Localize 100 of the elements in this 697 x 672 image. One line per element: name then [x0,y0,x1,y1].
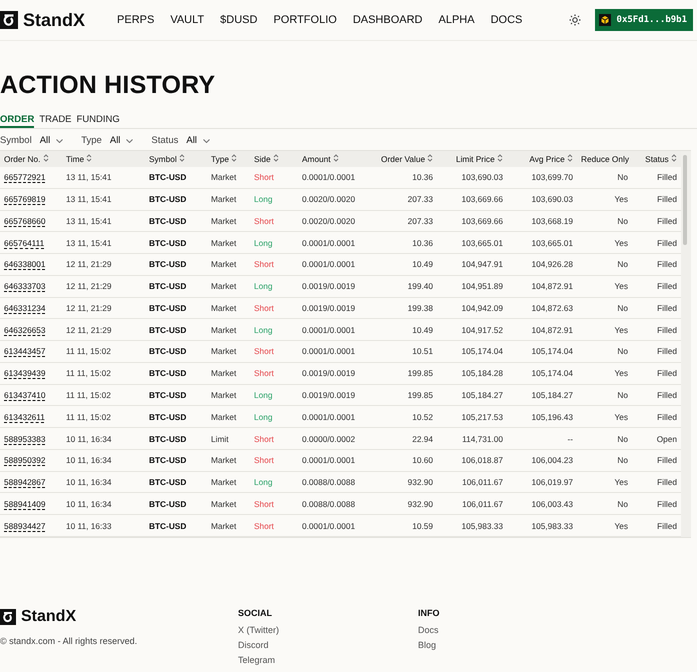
table-cell: Market [207,210,250,232]
table-cell: BTC-USD [145,167,207,188]
order-number-link[interactable]: 665764111 [4,238,44,248]
order-number-link[interactable]: 588942867 [4,477,46,488]
order-number-link[interactable]: 646333703 [4,281,46,292]
order-number-link[interactable]: 613443457 [4,346,46,356]
table-cell: 10.36 [377,167,437,188]
side-cell: Long [250,232,298,254]
nav-link[interactable]: PERPS [109,14,162,26]
filter-label: Status [151,135,178,146]
nav-link[interactable]: PORTFOLIO [265,14,345,26]
nav-link[interactable]: DOCS [482,14,530,26]
order-number-link[interactable]: 646338001 [4,259,46,270]
footer-link[interactable]: X (Twitter) [238,625,418,635]
side-cell: Short [250,254,298,276]
side-cell: Short [250,514,298,536]
table-cell: Limit [207,428,250,450]
order-number-link[interactable]: 646331234 [4,302,46,313]
table-cell: BTC-USD [145,471,207,493]
order-number-link[interactable]: 588941409 [4,498,46,509]
column-header-cell[interactable]: Order Value [377,151,437,167]
table-cell: BTC-USD [145,210,207,232]
table-cell: 0.0019/0.0019 [298,275,377,298]
column-header-cell[interactable]: Side [250,151,298,167]
order-number-link[interactable]: 613439439 [4,368,46,378]
table-cell: 103,699.70 [507,167,577,188]
order-number-link[interactable]: 646326653 [4,324,46,335]
sort-icon [272,154,279,162]
footer-link[interactable]: Blog [418,640,598,650]
scrollbar[interactable] [681,151,691,537]
footer-link[interactable]: Docs [418,625,598,635]
table-cell: 106,019.97 [507,471,577,493]
nav-link[interactable]: VAULT [162,14,212,26]
sun-icon[interactable] [568,14,581,26]
table-cell: 103,668.19 [507,210,577,232]
filter-dropdown[interactable]: All [110,135,134,146]
table-cell: BTC-USD [145,188,207,210]
chevron-icon [126,138,134,142]
column-header-cell[interactable]: Reduce Only [577,151,632,167]
footer-link[interactable]: Discord [238,640,418,650]
column-header-cell[interactable]: Type [207,151,250,167]
column-header-cell[interactable]: Avg Price [507,151,577,167]
table-cell: BTC-USD [145,254,207,276]
table-cell: Market [207,188,250,210]
table-cell: 199.85 [377,362,437,384]
footer-link[interactable]: Telegram [238,655,418,665]
table-cell: 0.0088/0.0088 [298,492,377,515]
chevron-icon [56,138,64,142]
column-header-cell[interactable]: Symbol [145,151,207,167]
table-cell: 105,983.33 [507,514,577,536]
copyright-text: © standx.com - All rights reserved. [0,636,138,646]
table-cell: 105,174.04 [507,362,577,384]
table-cell: 10.51 [377,340,437,362]
side-cell: Short [250,340,298,362]
table-cell: 13 11, 15:41 [62,188,145,210]
filter-dropdown[interactable]: All [186,135,210,146]
table-cell: Market [207,275,250,298]
filter-dropdown[interactable]: All [40,135,64,146]
table-cell: 10 11, 16:34 [62,492,145,515]
table-cell: 0.0088/0.0088 [298,471,377,493]
column-header-cell[interactable]: Status [632,151,681,167]
order-number-link[interactable]: 665768660 [4,216,46,226]
nav-link[interactable]: DASHBOARD [344,14,430,26]
column-header-cell[interactable]: Limit Price [437,151,507,167]
table-cell: 12 11, 21:29 [62,318,145,341]
tab[interactable]: FUNDING [76,112,120,128]
column-header-cell[interactable]: Order No. [0,151,62,167]
side-cell: Long [250,188,298,210]
table-cell: 104,951.89 [437,275,507,298]
table-cell: Market [207,297,250,319]
order-number-link[interactable]: 613432611 [4,412,45,422]
table-cell: 105,983.33 [437,514,507,536]
table-cell: 0.0001/0.0001 [298,449,377,472]
sort-icon [332,154,339,162]
table-cell: No [577,210,632,232]
table-cell: Yes [577,275,632,298]
column-header-cell[interactable]: Amount [298,151,377,167]
logo-icon [0,609,16,625]
order-number-link[interactable]: 613437410 [4,390,46,400]
footer-heading: SOCIAL [238,608,274,618]
table-cell: 10.49 [377,318,437,341]
order-number-link[interactable]: 665772921 [4,172,46,182]
order-number-link[interactable]: 588950392 [4,455,46,466]
column-header-cell[interactable]: Time [62,151,145,167]
nav-link[interactable]: ALPHA [430,14,483,26]
tab[interactable]: ORDER [0,112,34,128]
table-cell: 10.59 [377,514,437,536]
side-cell: Long [250,275,298,298]
order-number-link[interactable]: 665769819 [4,194,46,204]
table-cell: Market [207,254,250,276]
order-number-link[interactable]: 588953383 [4,434,46,444]
wallet-button[interactable]: 0x5Fd1...b9b1 [594,9,693,31]
table-cell: Yes [577,318,632,341]
tab[interactable]: TRADE [39,112,72,128]
table-cell: 10 11, 16:34 [62,428,145,450]
table-cell: 13 11, 15:41 [62,210,145,232]
order-number-link[interactable]: 588934427 [4,520,46,531]
nav-link[interactable]: $DUSD [212,14,266,26]
table-cell: Market [207,449,250,472]
table-cell: 105,184.27 [437,384,507,406]
